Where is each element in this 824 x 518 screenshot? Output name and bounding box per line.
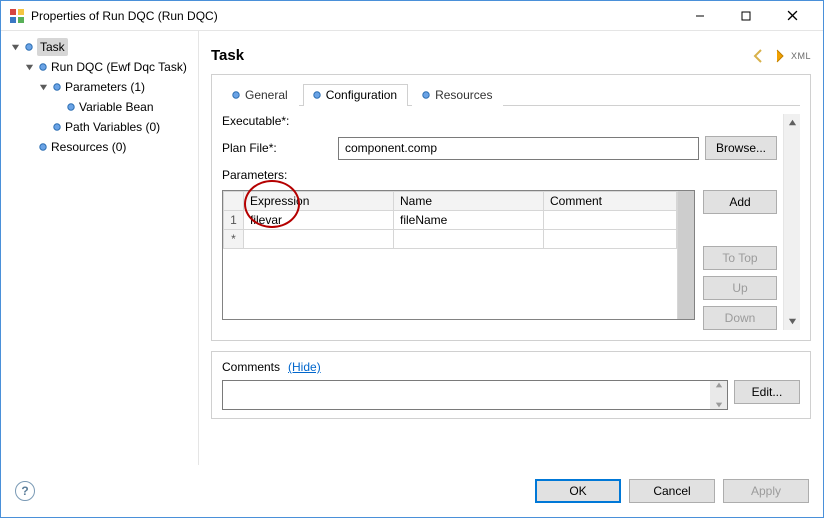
task-box: General Configuration Resources Execut [211,74,811,341]
col-name[interactable]: Name [394,192,544,211]
tree-node-resources[interactable]: Resources (0) [21,137,194,157]
bullet-icon [231,90,241,100]
form-vertical-scrollbar[interactable] [783,114,800,330]
col-expression[interactable]: Expression [244,192,394,211]
comments-label: Comments [222,360,280,374]
spacer [23,141,35,153]
window-title: Properties of Run DQC (Run DQC) [31,9,677,23]
ok-button[interactable]: OK [535,479,621,503]
minimize-button[interactable] [677,1,723,31]
dialog-footer: ? OK Cancel Apply [1,465,823,517]
form-area: Executable*: Plan File*: Browse... Param… [222,114,800,330]
nav-forward-icon[interactable] [771,48,787,64]
edit-comments-button[interactable]: Edit... [734,380,800,404]
bullet-icon [421,90,431,100]
cell-expression[interactable]: filevar [244,211,394,230]
tree-label: Run DQC (Ewf Dqc Task) [51,58,187,76]
apply-button[interactable]: Apply [723,479,809,503]
table-row[interactable]: 1 filevar fileName [224,211,677,230]
dialog-window: Properties of Run DQC (Run DQC) [0,0,824,518]
comments-scrollbar[interactable] [710,381,727,409]
spacer [37,121,49,133]
help-button[interactable]: ? [15,481,35,501]
tree-label: Resources (0) [51,138,126,156]
executable-label: Executable*: [222,114,332,128]
row-number-star: * [224,230,244,249]
tree-node-path-variables[interactable]: Path Variables (0) [35,117,194,137]
close-button[interactable] [769,1,815,31]
parameters-area: Expression Name Comment 1 [222,190,777,330]
tree: Task Run DQC (Ewf Dqc Task) [5,37,194,157]
main-pane: Task XML General [199,31,823,465]
tab-label: Resources [435,88,492,102]
header-row: Task XML [211,41,811,74]
comments-hide-link[interactable]: (Hide) [288,360,321,374]
down-button[interactable]: Down [703,306,777,330]
tabs: General Configuration Resources [222,83,800,106]
maximize-button[interactable] [723,1,769,31]
tree-label: Variable Bean [79,98,154,116]
plan-file-label: Plan File*: [222,141,332,155]
bullet-icon [312,90,322,100]
bullet-icon [38,62,48,72]
cell-name[interactable]: fileName [394,211,544,230]
xml-view-button[interactable]: XML [791,51,811,61]
chevron-down-icon[interactable] [37,81,49,93]
tab-configuration[interactable]: Configuration [303,84,408,106]
nav-back-icon[interactable] [751,48,767,64]
titlebar: Properties of Run DQC (Run DQC) [1,1,823,31]
tree-pane: Task Run DQC (Ewf Dqc Task) [1,31,199,465]
window-controls [677,1,815,31]
tree-label: Path Variables (0) [65,118,160,136]
scroll-down-icon[interactable] [784,313,800,330]
table-header-row: Expression Name Comment [224,192,677,211]
bullet-icon [52,82,62,92]
tree-label: Task [37,38,68,56]
table-row-new[interactable]: * [224,230,677,249]
chevron-down-icon[interactable] [9,41,21,53]
bullet-icon [52,122,62,132]
bullet-icon [38,142,48,152]
cancel-button[interactable]: Cancel [629,479,715,503]
tree-node-parameters[interactable]: Parameters (1) [35,77,194,97]
cell-comment[interactable] [544,211,677,230]
bullet-icon [66,102,76,112]
comments-box: Comments (Hide) Edit... [211,351,811,419]
app-icon [9,8,25,24]
tree-node-task[interactable]: Task [7,37,194,57]
browse-button[interactable]: Browse... [705,136,777,160]
corner-cell [224,192,244,211]
spacer [51,101,63,113]
up-button[interactable]: Up [703,276,777,300]
chevron-down-icon[interactable] [23,61,35,73]
parameters-grid[interactable]: Expression Name Comment 1 [222,190,695,320]
comments-textarea[interactable] [222,380,728,410]
tab-general[interactable]: General [222,84,299,106]
page-title: Task [211,47,244,64]
bullet-icon [24,42,34,52]
tree-node-rundqc[interactable]: Run DQC (Ewf Dqc Task) [21,57,194,77]
plan-file-input[interactable] [338,137,699,160]
tab-resources[interactable]: Resources [412,84,503,106]
grid-vertical-scrollbar[interactable] [677,191,694,319]
parameters-label: Parameters: [222,168,332,182]
add-button[interactable]: Add [703,190,777,214]
tab-label: Configuration [326,88,397,102]
row-number: 1 [224,211,244,230]
tree-node-variable-bean[interactable]: Variable Bean [49,97,194,117]
tab-label: General [245,88,288,102]
tree-label: Parameters (1) [65,78,145,96]
to-top-button[interactable]: To Top [703,246,777,270]
col-comment[interactable]: Comment [544,192,677,211]
scroll-up-icon[interactable] [784,114,800,131]
